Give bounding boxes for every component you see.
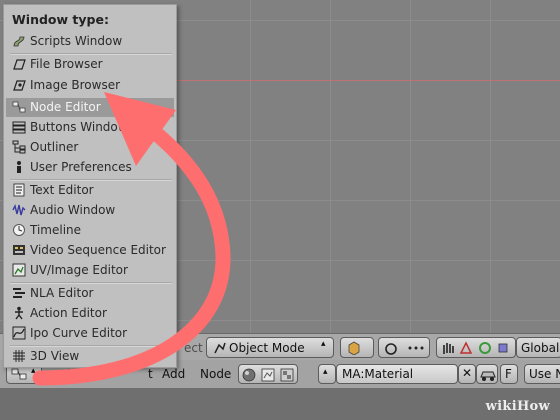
collapse-menu-icon[interactable] <box>46 369 58 379</box>
cube-icon <box>348 341 360 355</box>
video-sequence-icon <box>13 245 25 255</box>
menu-item-scripts-window[interactable]: Scripts Window <box>6 32 174 51</box>
node-editor-icon <box>11 368 27 380</box>
grid-line <box>250 0 251 336</box>
menu-item-audio-window[interactable]: Audio Window <box>6 201 174 220</box>
menu-item-label: Timeline <box>30 223 82 237</box>
audio-window-icon <box>12 203 26 216</box>
menu-item-label: Node Editor <box>30 100 101 114</box>
footer-bar <box>0 388 560 420</box>
texture-icon <box>280 368 294 382</box>
user-preferences-icon <box>17 161 21 173</box>
menu-item-label: UV/Image Editor <box>30 263 128 277</box>
object-mode-icon <box>214 342 226 354</box>
material-sphere-icon <box>242 368 256 382</box>
menu-item-label: NLA Editor <box>30 286 94 300</box>
material-name-field[interactable]: MA:Material <box>336 364 458 384</box>
menu-item-image-browser[interactable]: Image Browser <box>6 76 174 95</box>
mode-dropdown[interactable]: Object Mode ▴ <box>206 337 334 358</box>
fake-user-button[interactable]: F <box>500 364 518 384</box>
menu-item-label: Buttons Window <box>30 120 128 134</box>
menu-item-label: Action Editor <box>30 306 107 320</box>
scale-icon <box>498 343 508 353</box>
text-editor-icon <box>13 183 25 197</box>
grid-line <box>330 0 331 336</box>
fake-user-label: F <box>505 367 512 381</box>
dots-icon <box>408 346 424 350</box>
orientation-dropdown[interactable]: Global <box>516 337 560 358</box>
translate-icon <box>459 341 473 354</box>
image-browser-icon <box>13 80 26 91</box>
updown-arrows-icon: ▴ <box>323 367 328 377</box>
scripts-icon <box>13 36 25 47</box>
menu-item-outliner[interactable]: Outliner <box>6 138 174 157</box>
menu-item-node-editor[interactable]: Node Editor <box>6 98 174 117</box>
node-menu[interactable]: Node <box>200 367 231 381</box>
ipo-curve-icon <box>12 326 26 340</box>
outliner-icon <box>12 140 26 154</box>
grid-line <box>410 0 411 336</box>
updown-arrows-icon: ▴ <box>321 339 326 349</box>
menu-item-label: File Browser <box>30 57 103 71</box>
blender-window: ect Object Mode ▴ Global ▴ View t Add No… <box>0 0 560 420</box>
menu-item-label: Audio Window <box>30 203 116 217</box>
window-type-menu: Window type: Scripts Window File Browser… <box>3 4 177 368</box>
file-browser-icon <box>13 59 26 70</box>
menu-item-buttons-window[interactable]: Buttons Window <box>6 118 174 137</box>
car-icon <box>480 371 496 381</box>
pivot-buttons[interactable] <box>378 337 430 358</box>
node-editor-icon <box>12 101 26 113</box>
menu-item-file-browser[interactable]: File Browser <box>6 55 174 74</box>
select-menu[interactable]: t <box>148 367 153 381</box>
menu-title: Window type: <box>12 12 109 27</box>
browse-material-button[interactable]: ▴ <box>318 364 336 384</box>
timeline-icon <box>13 224 25 236</box>
material-name-value: MA:Material <box>342 367 414 381</box>
nla-editor-icon <box>13 288 25 298</box>
orientation-value: Global <box>521 341 560 355</box>
fake-car-button[interactable] <box>476 364 498 384</box>
menu-item-video-sequence-editor[interactable]: Video Sequence Editor <box>6 241 174 260</box>
add-menu[interactable]: Add <box>162 367 185 381</box>
buttons-window-icon <box>12 121 26 134</box>
grid-line <box>490 0 491 336</box>
close-icon: ✕ <box>462 366 473 380</box>
action-editor-icon <box>15 306 23 320</box>
use-nodes-toggle[interactable]: Use N <box>524 364 560 384</box>
use-nodes-label: Use N <box>529 367 560 381</box>
rotate-icon <box>479 342 491 354</box>
x-axis-line <box>175 80 560 81</box>
menu-item-label: Video Sequence Editor <box>30 243 166 257</box>
hand-icon <box>443 343 454 354</box>
draw-type-dropdown[interactable] <box>340 337 374 358</box>
menu-item-label: Ipo Curve Editor <box>30 326 128 340</box>
menu-item-ipo-curve-editor[interactable]: Ipo Curve Editor <box>6 324 174 343</box>
node-type-buttons[interactable] <box>238 364 298 384</box>
unlink-material-button[interactable]: ✕ <box>458 364 476 384</box>
menu-item-label: 3D View <box>30 349 80 363</box>
menu-item-text-editor[interactable]: Text Editor <box>6 181 174 200</box>
menu-item-uv-image-editor[interactable]: UV/Image Editor <box>6 261 174 280</box>
menu-item-label: Text Editor <box>30 183 94 197</box>
composite-icon <box>261 368 275 382</box>
menu-item-label: Image Browser <box>30 78 121 92</box>
menu-item-user-preferences[interactable]: User Preferences <box>6 158 174 177</box>
pivot-icon <box>385 343 397 355</box>
uv-image-icon <box>12 263 26 277</box>
menu-item-action-editor[interactable]: Action Editor <box>6 304 174 323</box>
menu-item-label: Scripts Window <box>30 34 123 48</box>
watermark: wikiHow <box>485 399 550 414</box>
select-menu-label[interactable]: ect <box>184 341 203 355</box>
menu-item-label: User Preferences <box>30 160 132 174</box>
view-menu[interactable]: View <box>68 367 96 381</box>
3d-view-icon <box>13 350 25 362</box>
manipulator-buttons[interactable] <box>436 337 516 358</box>
menu-item-timeline[interactable]: Timeline <box>6 221 174 240</box>
menu-item-label: Outliner <box>30 140 79 154</box>
menu-item-3d-view[interactable]: 3D View <box>6 347 174 366</box>
mode-value: Object Mode <box>229 341 305 355</box>
menu-item-nla-editor[interactable]: NLA Editor <box>6 284 174 303</box>
